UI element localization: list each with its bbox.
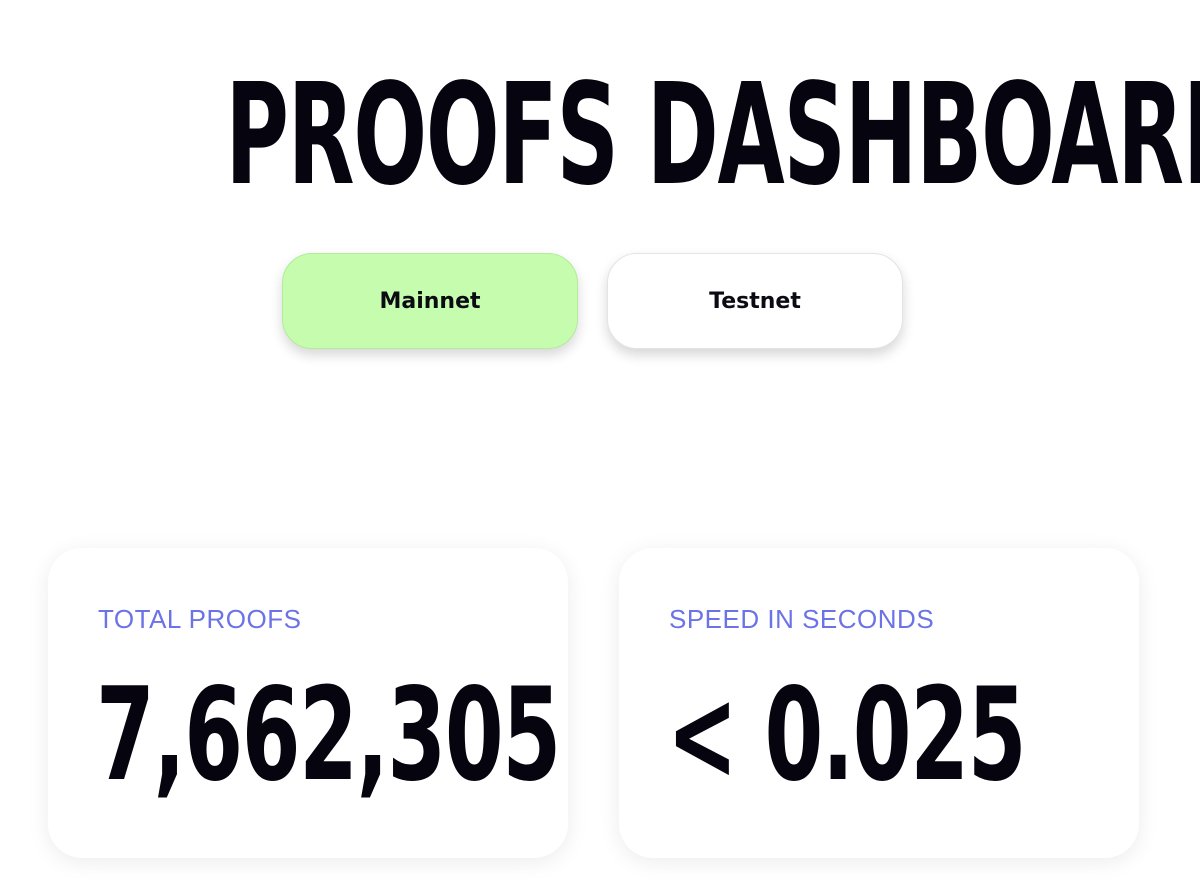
tab-mainnet[interactable]: Mainnet xyxy=(282,253,578,349)
proofs-dashboard-page: PROOFS DASHBOARD Mainnet Testnet TOTAL P… xyxy=(0,0,1200,888)
total-proofs-card: TOTAL PROOFS 7,662,305 xyxy=(48,548,568,858)
speed-label: SPEED IN SECONDS xyxy=(669,604,935,634)
tab-testnet[interactable]: Testnet xyxy=(607,253,903,349)
speed-card: SPEED IN SECONDS < 0.025 xyxy=(619,548,1139,858)
total-proofs-value: 7,662,305 xyxy=(96,661,561,810)
speed-value: < 0.025 xyxy=(667,661,1026,810)
page-title: PROOFS DASHBOARD xyxy=(225,54,1200,217)
total-proofs-label: TOTAL PROOFS xyxy=(98,604,302,634)
